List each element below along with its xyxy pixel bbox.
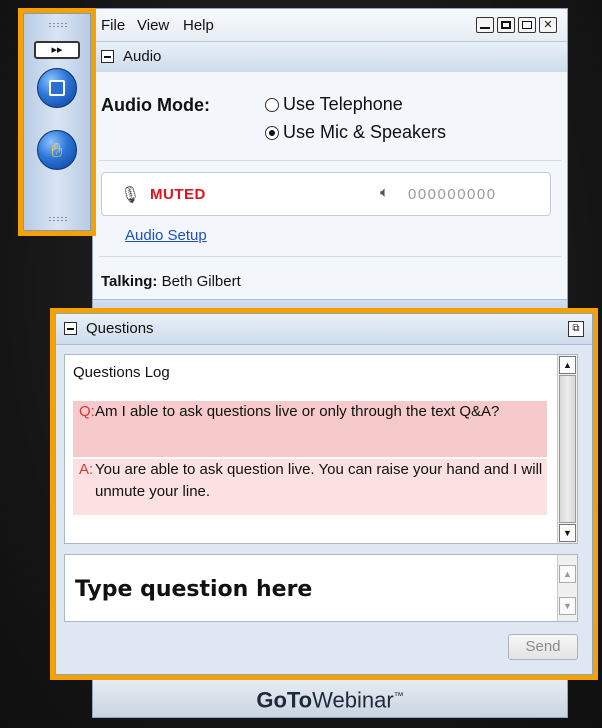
scroll-up-icon[interactable]: ▲ xyxy=(559,356,576,374)
answer-prefix: A: xyxy=(79,461,94,478)
popout-icon[interactable] xyxy=(518,17,536,33)
menu-help[interactable]: Help xyxy=(183,17,214,34)
brand-footer: GoToWebinar™ xyxy=(93,676,567,717)
radio-icon[interactable] xyxy=(265,97,279,112)
speaker-icon[interactable]: 🔈︎ xyxy=(380,184,389,201)
questions-log-title: Questions Log xyxy=(73,364,170,381)
grab-tab-panel: ▸▸ ✋︎ xyxy=(23,13,91,231)
radio-label: Use Mic & Speakers xyxy=(283,122,447,142)
questions-panel: Questions ⧉ Questions Log Q: Am I able t… xyxy=(55,313,593,675)
log-scrollbar[interactable]: ▲ ▼ xyxy=(557,355,577,543)
menu-file[interactable]: File xyxy=(101,17,125,34)
radio-label: Use Telephone xyxy=(283,94,403,114)
divider xyxy=(99,160,561,161)
menu-bar: File View Help ✕ xyxy=(93,9,567,42)
question-input[interactable] xyxy=(73,575,547,619)
close-icon[interactable]: ✕ xyxy=(539,17,557,33)
brand-webinar: Webinar xyxy=(312,687,394,713)
input-scrollbar[interactable]: ▲ ▼ xyxy=(557,555,577,621)
expand-button[interactable]: ▸▸ xyxy=(34,41,80,59)
question-input-box: ▲ ▼ xyxy=(64,554,578,622)
brand-tm: ™ xyxy=(393,691,404,702)
brand-goto: GoTo xyxy=(256,687,313,713)
divider xyxy=(99,256,561,257)
talking-label: Talking: xyxy=(101,273,158,290)
send-button[interactable]: Send xyxy=(508,634,578,660)
audio-setup-link[interactable]: Audio Setup xyxy=(125,227,207,244)
restore-icon[interactable] xyxy=(497,17,515,33)
answer-entry: A: You are able to ask question live. Yo… xyxy=(73,459,547,515)
question-text: Am I able to ask questions live or only … xyxy=(95,403,500,420)
talking-status: Talking: Beth Gilbert xyxy=(101,273,241,290)
scroll-down-icon[interactable]: ▼ xyxy=(559,597,576,615)
speaker-level: 000000000 xyxy=(408,186,497,203)
menu-view[interactable]: View xyxy=(137,17,169,34)
grab-tab: ▸▸ ✋︎ xyxy=(18,8,96,236)
questions-section-header[interactable]: Questions ⧉ xyxy=(56,314,592,345)
audio-section-header[interactable]: Audio xyxy=(93,42,567,73)
collapse-icon[interactable] xyxy=(64,322,77,335)
popout-icon[interactable]: ⧉ xyxy=(568,321,584,337)
window-buttons: ✕ xyxy=(476,17,557,33)
answer-text: You are able to ask question live. You c… xyxy=(95,461,543,500)
audio-section-title: Audio xyxy=(123,48,162,65)
screen-icon[interactable] xyxy=(37,68,77,108)
questions-window: Questions ⧉ Questions Log Q: Am I able t… xyxy=(50,308,598,680)
scroll-down-icon[interactable]: ▼ xyxy=(559,524,576,542)
question-prefix: Q: xyxy=(79,403,95,420)
questions-section-title: Questions xyxy=(86,320,154,337)
minimize-icon[interactable] xyxy=(476,17,494,33)
talking-name: Beth Gilbert xyxy=(161,273,241,290)
raise-hand-icon[interactable]: ✋︎ xyxy=(37,130,77,170)
mic-status: MUTED xyxy=(150,186,206,203)
radio-use-mic-speakers[interactable]: Use Mic & Speakers xyxy=(265,122,446,143)
question-entry: Q: Am I able to ask questions live or on… xyxy=(73,401,547,457)
microphone-icon[interactable]: 🎙︎ xyxy=(120,185,140,205)
collapse-icon[interactable] xyxy=(101,50,114,63)
grip-handle-top[interactable] xyxy=(48,22,68,28)
questions-log: Questions Log Q: Am I able to ask questi… xyxy=(64,354,578,544)
scroll-thumb[interactable] xyxy=(559,375,576,523)
audio-section: Audio Mode: Use Telephone Use Mic & Spea… xyxy=(93,72,567,305)
grip-handle-bottom[interactable] xyxy=(48,216,68,222)
scroll-up-icon[interactable]: ▲ xyxy=(559,565,576,583)
audio-status-box: 🎙︎ MUTED 🔈︎ 000000000 xyxy=(101,172,551,216)
radio-use-telephone[interactable]: Use Telephone xyxy=(265,94,403,115)
audio-mode-label: Audio Mode: xyxy=(101,95,210,115)
radio-selected-icon[interactable] xyxy=(265,125,279,140)
